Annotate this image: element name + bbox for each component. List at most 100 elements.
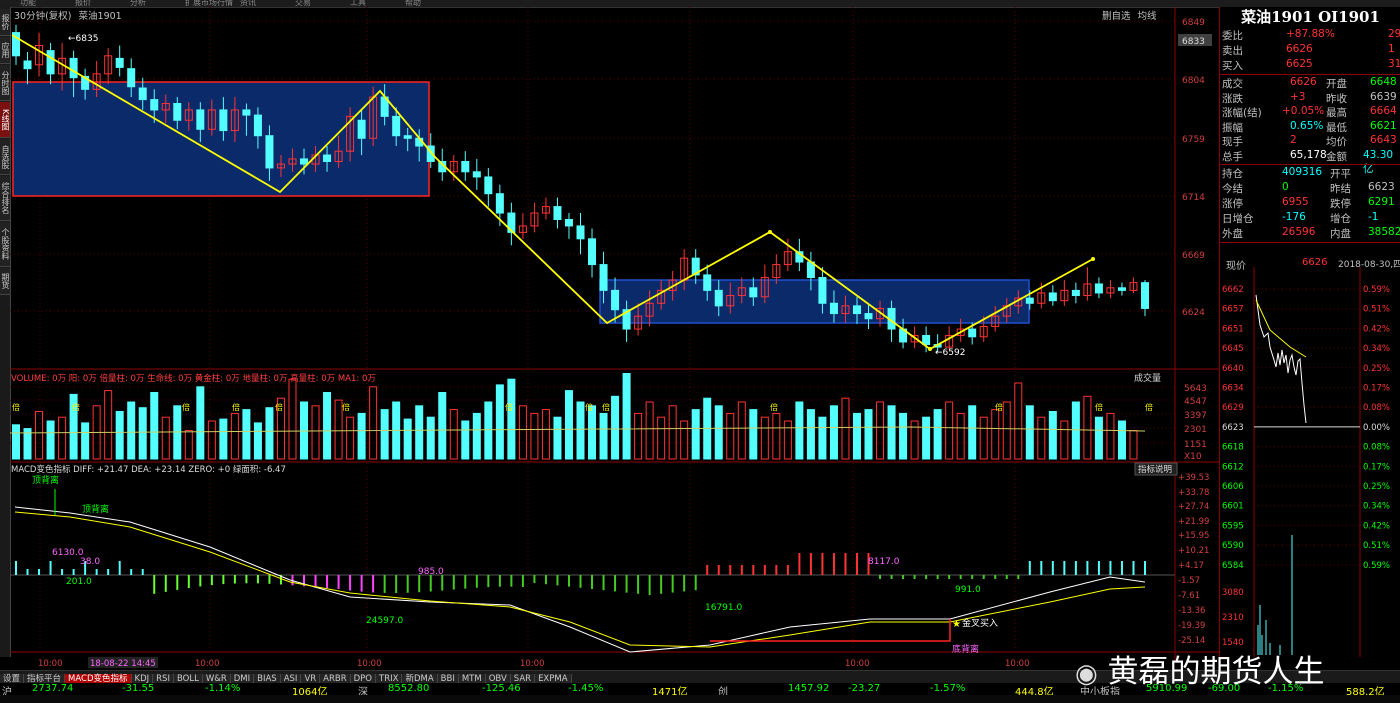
left-tab-5[interactable]: 综合排名 <box>0 176 10 221</box>
macd-annotation: 991.0 <box>955 585 981 595</box>
volume-bei-label: 倍 <box>182 402 190 412</box>
time-axis-label: 10:00 <box>357 659 382 669</box>
mini-pct-label: 0.59% <box>1363 285 1390 295</box>
macd-annotation: 6130.0 <box>52 548 84 558</box>
mini-price-label: 6645 <box>1222 344 1244 354</box>
time-axis-label: 18-08-22 14:45 <box>90 659 156 669</box>
quote-label: 委比 <box>1222 30 1243 42</box>
candle-body <box>864 313 873 320</box>
volume-bar <box>346 416 355 460</box>
candle-body <box>1141 282 1149 309</box>
volume-bar <box>899 412 908 460</box>
quote-value2: 31 <box>1388 58 1400 70</box>
volume-bar <box>611 395 620 460</box>
left-tab-2[interactable]: 分时图 <box>0 65 10 101</box>
quote-row: 外盘 26596 内盘 38582 <box>1220 226 1400 241</box>
quote-value2: 6623 <box>1368 181 1395 193</box>
volume-bei-label: 倍 <box>232 402 240 412</box>
quote-label2: 开盘 <box>1326 78 1347 90</box>
macd-axis-label: -25.14 <box>1178 636 1205 646</box>
candle-body <box>495 193 504 214</box>
time-axis-label: 10:00 <box>520 659 545 669</box>
macd-axis-label: +39.53 <box>1178 473 1209 483</box>
candle-body <box>553 206 562 220</box>
ticker-item: 2737.74 <box>32 683 74 694</box>
mini-pct-label: 0.08% <box>1363 403 1390 413</box>
trend-arrow-head <box>928 347 932 351</box>
volume-axis-label: 2301 <box>1184 425 1207 435</box>
left-tab-3[interactable]: K线图 <box>0 102 10 138</box>
volume-bar <box>415 405 424 460</box>
mini-price-label: 6590 <box>1222 541 1244 551</box>
volume-bar <box>265 407 274 460</box>
mini-pct-label: 0.34% <box>1363 344 1390 354</box>
trend-arrow-head <box>768 230 772 234</box>
mini-price-label: 6634 <box>1222 384 1244 394</box>
candle-body <box>403 135 412 139</box>
macd-axis-label: -7.61 <box>1178 591 1200 601</box>
candle-body <box>127 68 136 88</box>
mini-pct-label: 0.34% <box>1363 502 1390 512</box>
volume-bar <box>657 416 666 460</box>
macd-header: MACD变色指标 DIFF: +21.47 DEA: +23.14 ZERO: … <box>11 464 286 475</box>
volume-bar <box>876 401 885 460</box>
candle-body <box>219 109 228 132</box>
quote-row: 买入 6625 31 <box>1220 58 1400 73</box>
quote-label2: 增仓 <box>1330 213 1351 225</box>
quote-value2: - <box>1368 166 1372 178</box>
mini-price-label: 6595 <box>1222 521 1244 531</box>
volume-bar <box>58 416 67 460</box>
macd-axis-label: -13.36 <box>1178 606 1205 616</box>
price-axis-label: 6849 <box>1182 18 1205 28</box>
candle-body <box>138 87 147 101</box>
left-tab-0[interactable]: 报价 <box>0 9 10 36</box>
volume-bar <box>253 422 262 460</box>
volume-bei-label: 倍 <box>1145 402 1153 412</box>
ticker-item: -23.27 <box>848 683 881 694</box>
intraday-mini-chart[interactable]: 6662 0.59% 6657 0.51% 6651 0.42% 6645 0.34% 6640… <box>1220 255 1400 657</box>
kline-chart-area[interactable]: 6849 6804 6759 6714 6669 6624 6833 ←6835 ←6592 VO… <box>10 7 1219 670</box>
volume-bei-label: 倍 <box>770 402 778 412</box>
volume-bar <box>530 412 539 460</box>
candle-body <box>46 50 55 75</box>
left-tab-4[interactable]: 自选股 <box>0 139 10 175</box>
price-axis-label: 6714 <box>1182 193 1205 203</box>
volume-bar <box>841 397 850 460</box>
volume-bar <box>541 409 550 460</box>
macd-annotation: 24597.0 <box>366 616 403 626</box>
price-axis-label: 6669 <box>1182 251 1205 261</box>
candle-body <box>23 60 32 70</box>
mini-pct-label: 0.08% <box>1363 443 1390 453</box>
ticker-item: -1.57% <box>930 683 966 694</box>
volume-bar <box>161 416 170 460</box>
candle-body <box>253 114 262 137</box>
volume-bar <box>576 401 585 460</box>
volume-bar <box>645 401 654 460</box>
volume-bei-label: 倍 <box>275 402 283 412</box>
mini-volume-label: 3080 <box>1222 588 1244 598</box>
candle-body <box>1117 287 1126 291</box>
quote-row: 卖出 6626 1 <box>1220 43 1400 58</box>
candle-body <box>115 57 124 68</box>
candle-body <box>196 109 205 130</box>
news-ticker <box>0 695 1400 703</box>
volume-bei-label: 倍 <box>505 402 513 412</box>
quote-value2: 6621 <box>1370 119 1397 132</box>
volume-axis-label: 3397 <box>1184 411 1207 421</box>
quote-label: 涨跌 <box>1222 92 1243 105</box>
volume-bar <box>1083 395 1092 460</box>
left-tab-7[interactable]: 期货 <box>0 268 10 295</box>
quote-label2: 均价 <box>1326 136 1347 148</box>
candle-body <box>69 57 78 79</box>
candle-body <box>829 302 838 315</box>
left-tab-1[interactable]: 应用 <box>0 37 10 64</box>
candle-body <box>922 334 931 346</box>
volume-bar <box>1071 401 1080 460</box>
quote-label2: 开平 <box>1330 168 1351 180</box>
candle-body <box>1048 292 1057 302</box>
volume-bar <box>933 409 942 460</box>
candle-body <box>300 158 309 165</box>
trend-arrow-head <box>1091 257 1095 261</box>
left-tab-6[interactable]: 个股资料 <box>0 222 10 267</box>
volume-bar <box>46 420 55 460</box>
